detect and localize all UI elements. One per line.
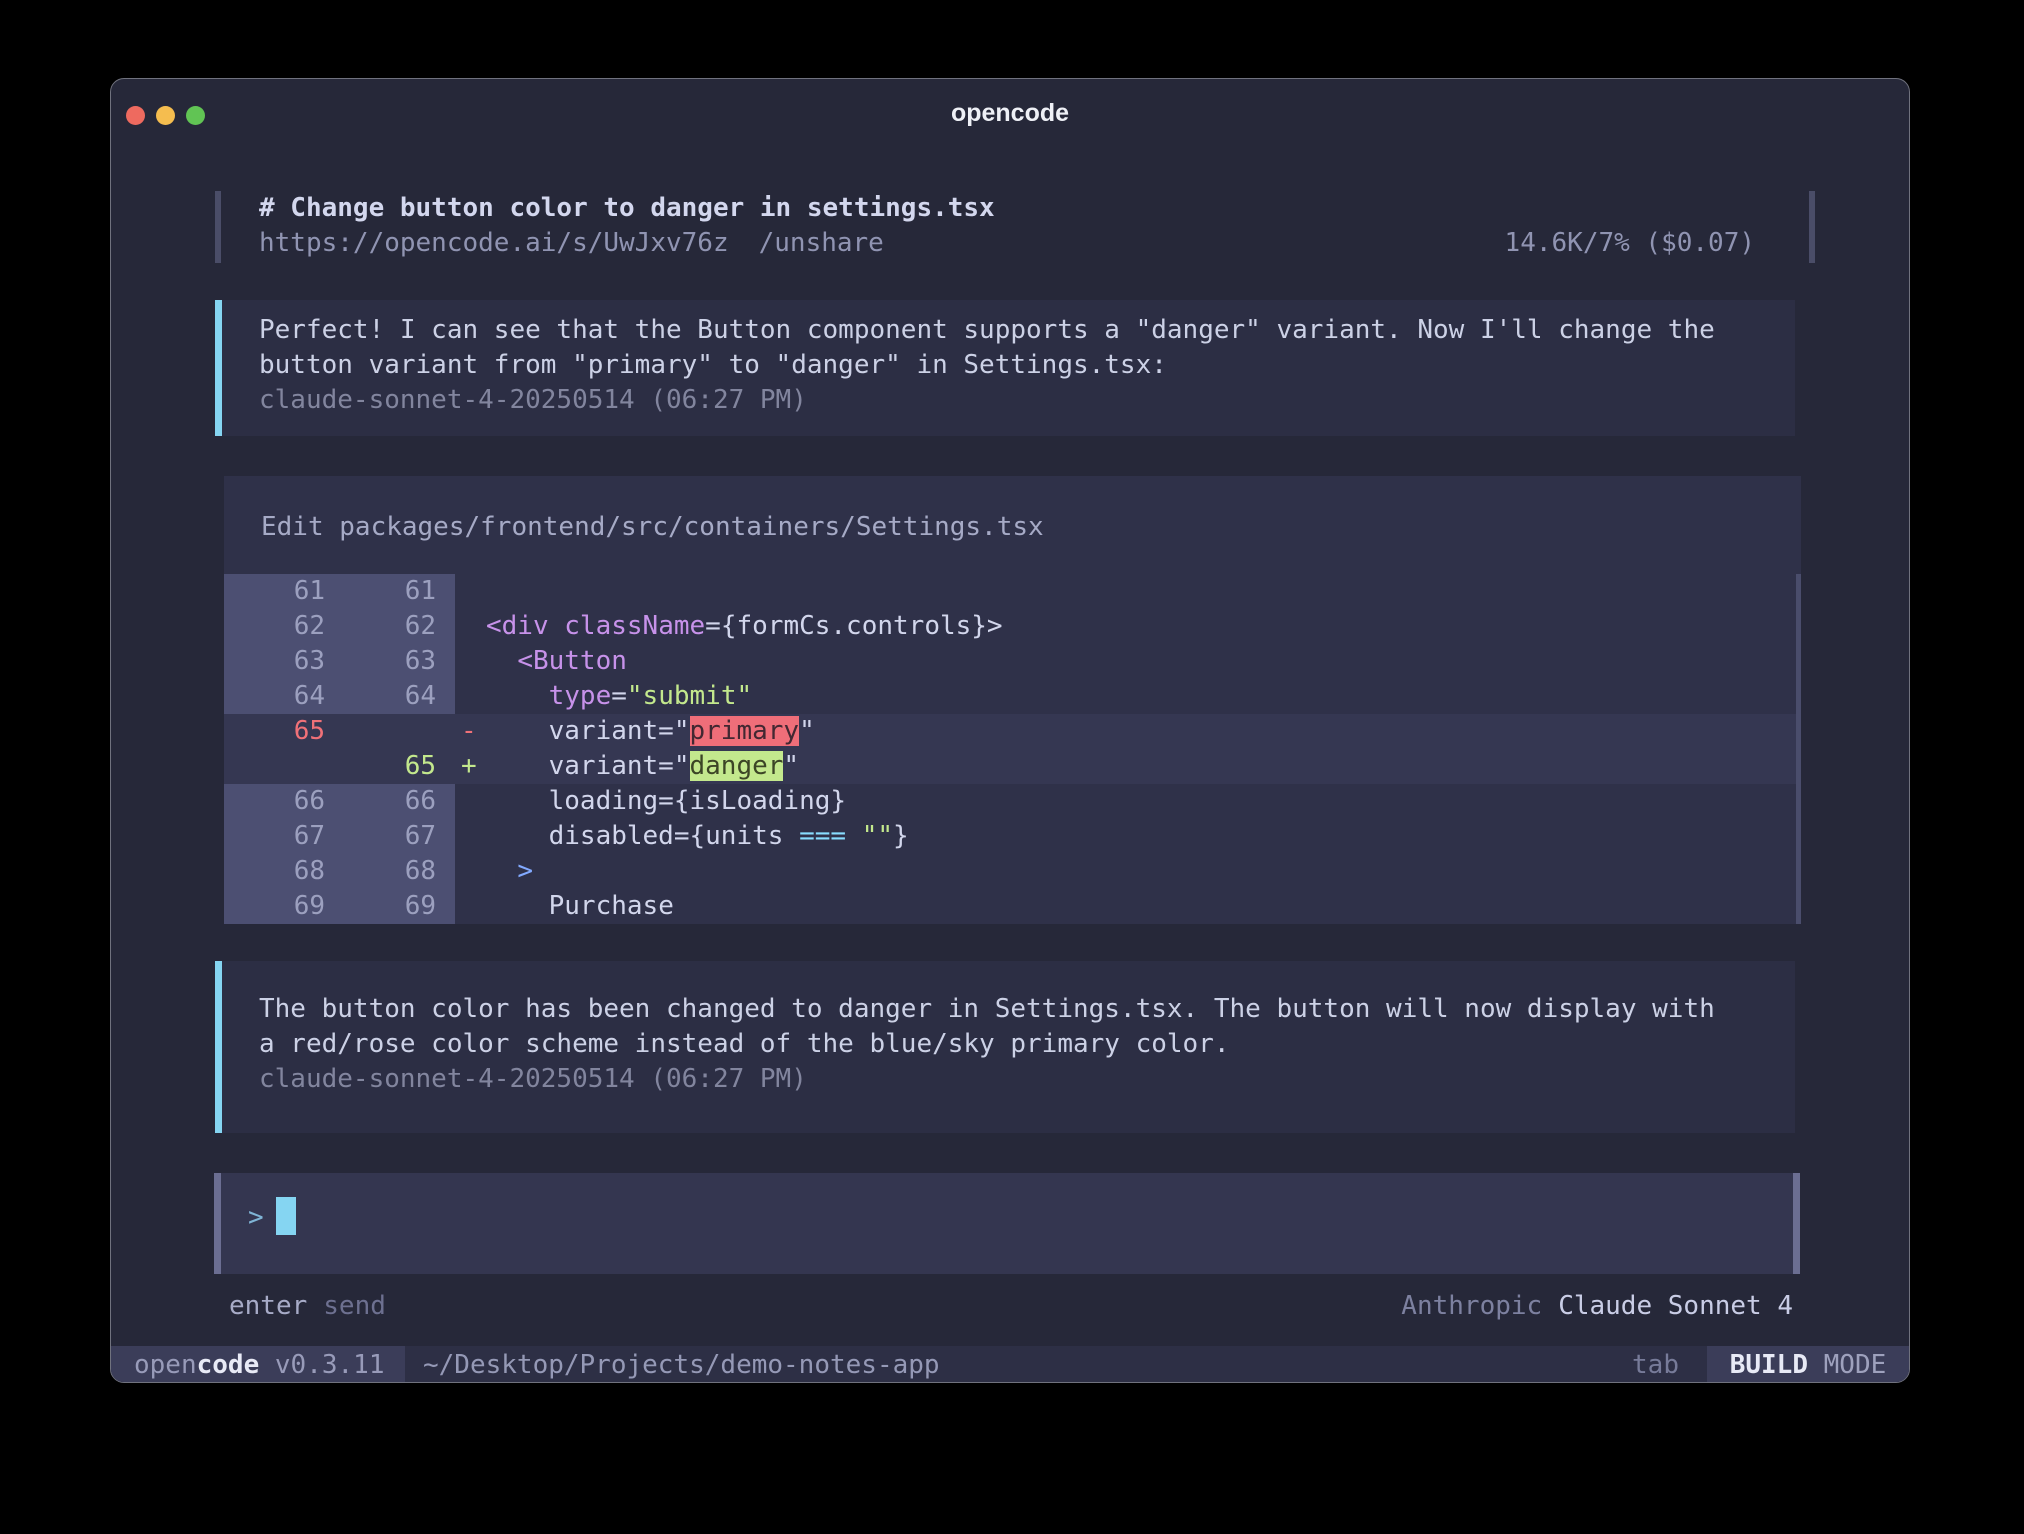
diff-row: 65+ variant="danger" xyxy=(224,749,1801,784)
session-header: # Change button color to danger in setti… xyxy=(215,191,1815,263)
diff-row: 6868 > xyxy=(224,854,1801,889)
message-text: Perfect! I can see that the Button compo… xyxy=(259,313,1795,383)
brand-open: open xyxy=(134,1350,197,1380)
window-title: opencode xyxy=(111,99,1909,128)
session-title: # Change button color to danger in setti… xyxy=(259,191,1755,226)
diff-row: 6666 loading={isLoading} xyxy=(224,784,1801,819)
enter-hint-key: enter xyxy=(229,1289,307,1324)
tab-hint: tab xyxy=(1632,1346,1679,1383)
status-bar: opencode v0.3.11 ~/Desktop/Projects/demo… xyxy=(111,1346,1909,1383)
share-url[interactable]: https://opencode.ai/s/UwJxv76z xyxy=(259,226,729,261)
edit-tool-card: Edit packages/frontend/src/containers/Se… xyxy=(224,476,1801,924)
enter-hint-label: send xyxy=(323,1289,386,1324)
edit-tool-header: Edit packages/frontend/src/containers/Se… xyxy=(261,510,1044,545)
diff-row: 6161 xyxy=(224,574,1801,609)
unshare-command[interactable]: /unshare xyxy=(759,226,884,261)
assistant-message: The button color has been changed to dan… xyxy=(215,961,1795,1133)
diff-rows: 61616262<div className={formCs.controls}… xyxy=(224,574,1801,924)
footer-hints: enter send Anthropic Claude Sonnet 4 xyxy=(229,1289,1793,1324)
mode-primary: BUILD xyxy=(1730,1350,1808,1380)
model-name: Claude Sonnet 4 xyxy=(1558,1289,1793,1324)
assistant-message: Perfect! I can see that the Button compo… xyxy=(215,300,1795,436)
message-meta: claude-sonnet-4-20250514 (06:27 PM) xyxy=(259,383,1795,418)
app-version-chip: opencode v0.3.11 xyxy=(111,1346,405,1383)
mode-chip[interactable]: BUILD MODE xyxy=(1707,1346,1909,1383)
opencode-window: opencode # Change button color to danger… xyxy=(110,78,1910,1383)
text-cursor xyxy=(276,1197,296,1235)
token-usage: 14.6K/7% ($0.07) xyxy=(1505,226,1755,261)
mode-label: MODE xyxy=(1824,1350,1887,1380)
prompt-caret: > xyxy=(248,1203,264,1233)
diff-row: 6767 disabled={units === ""} xyxy=(224,819,1801,854)
scrollbar[interactable] xyxy=(1796,574,1801,924)
diff-row: 6262<div className={formCs.controls}> xyxy=(224,609,1801,644)
working-directory: ~/Desktop/Projects/demo-notes-app xyxy=(423,1346,940,1383)
message-meta: claude-sonnet-4-20250514 (06:27 PM) xyxy=(259,1062,1795,1097)
diff-row: 65- variant="primary" xyxy=(224,714,1801,749)
diff-row: 6363 <Button xyxy=(224,644,1801,679)
mode-secondary xyxy=(1808,1350,1824,1380)
model-provider: Anthropic xyxy=(1401,1289,1542,1324)
prompt-input[interactable]: > xyxy=(214,1173,1800,1274)
message-text: The button color has been changed to dan… xyxy=(259,992,1795,1062)
brand-code: code xyxy=(197,1350,260,1380)
app-version: v0.3.11 xyxy=(275,1350,385,1380)
diff-row: 6969 Purchase xyxy=(224,889,1801,924)
diff-row: 6464 type="submit" xyxy=(224,679,1801,714)
